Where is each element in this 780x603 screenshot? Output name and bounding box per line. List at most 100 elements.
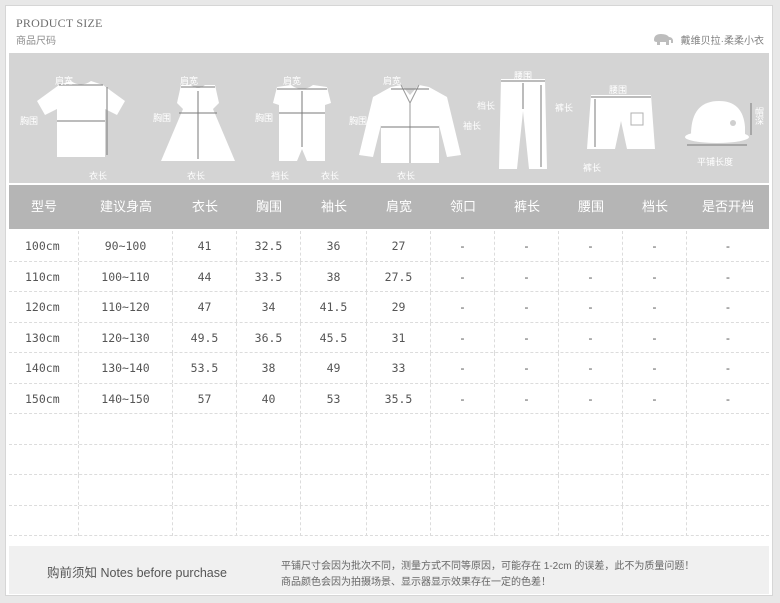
table-cell xyxy=(173,505,237,536)
col-header: 肩宽 xyxy=(385,199,412,214)
table-cell xyxy=(687,506,769,536)
table-cell xyxy=(559,414,623,444)
label-pants-length: 裤长 xyxy=(555,103,574,113)
col-header: 腰围 xyxy=(577,199,604,214)
table-cell: 34 xyxy=(237,292,301,322)
label-shoulder: 肩宽 xyxy=(55,76,74,86)
table-row: 150cm 140~150 57 40 53 35.5- - - - - xyxy=(9,383,769,414)
shorts-icon xyxy=(587,95,655,149)
table-cell xyxy=(431,414,495,444)
col-header: 衣长 xyxy=(191,199,218,214)
table-row xyxy=(9,505,769,536)
table-cell: 110cm xyxy=(9,261,79,292)
table-cell xyxy=(623,414,687,444)
table-cell xyxy=(623,505,687,536)
table-row: 130cm 120~130 49.5 36.5 45.5 31- - - - - xyxy=(9,322,769,353)
table-cell: - xyxy=(431,231,495,261)
table-cell: 49 xyxy=(301,353,367,383)
dress-icon xyxy=(161,85,235,161)
table-cell xyxy=(495,475,559,505)
col-header: 建议身高 xyxy=(99,199,152,214)
label-shoulder: 肩宽 xyxy=(283,76,302,86)
table-cell xyxy=(367,414,431,444)
table-cell: - xyxy=(495,322,559,353)
table-cell: 130~140 xyxy=(79,353,173,383)
table-cell: - xyxy=(559,261,623,292)
table-cell: 31 xyxy=(367,322,431,353)
title-en: PRODUCT SIZE xyxy=(16,16,103,30)
table-cell: - xyxy=(724,239,732,253)
table-cell: 33 xyxy=(367,353,431,383)
table-cell: - xyxy=(559,322,623,353)
table-row xyxy=(9,475,769,506)
table-cell: 120cm xyxy=(9,292,79,322)
table-cell: - xyxy=(495,231,559,261)
table-cell xyxy=(173,444,237,475)
jacket-icon xyxy=(359,84,461,163)
col-header: 袖长 xyxy=(320,199,347,214)
table-cell: - xyxy=(495,353,559,383)
table-row: 100cm 90~100 41 32.5 36 27- - - - - xyxy=(9,231,769,262)
table-cell: - xyxy=(623,292,687,322)
table-cell xyxy=(237,444,301,475)
table-cell: 36 xyxy=(301,231,367,261)
table-row xyxy=(9,444,769,475)
table-cell xyxy=(9,505,79,536)
table-cell xyxy=(623,444,687,475)
table-cell: 35.5 xyxy=(367,383,431,414)
elephant-logo-icon xyxy=(653,34,673,45)
table-cell: 100cm xyxy=(9,231,79,261)
col-header: 型号 xyxy=(30,199,57,214)
table-cell xyxy=(173,414,237,444)
table-cell: 45.5 xyxy=(301,322,367,353)
label-brim: 帽深 xyxy=(754,107,764,125)
label-length: 衣长 xyxy=(187,171,206,181)
table-cell xyxy=(79,444,173,475)
table-cell: - xyxy=(495,383,559,414)
table-cell: 150cm xyxy=(9,383,79,414)
table-row: 140cm 130~140 53.5 38 49 33- - - - - xyxy=(9,353,769,384)
table-cell xyxy=(367,505,431,536)
table-row: 120cm 110~120 47 34 41.5 29- - - - - xyxy=(9,292,769,323)
notes-line: 平铺尺寸会因为批次不同，测量方式不同等原因，可能存在 1-2cm 的误差，此不为… xyxy=(281,561,695,572)
table-cell xyxy=(623,475,687,505)
table-cell xyxy=(431,475,495,505)
table-cell: - xyxy=(724,300,732,314)
table-cell: 44 xyxy=(173,261,237,292)
notes-title: 购前须知 Notes before purchase xyxy=(47,566,227,580)
col-header: 胸围 xyxy=(255,199,282,214)
table-cell: - xyxy=(431,383,495,414)
header: PRODUCT SIZE 商品尺码 戴维贝拉·柔柔小衣 xyxy=(14,6,766,52)
table-cell: - xyxy=(724,330,732,345)
size-chart: PRODUCT SIZE 商品尺码 戴维贝拉·柔柔小衣 肩宽 胸围 衣长 肩宽 … xyxy=(5,5,773,596)
table-cell: - xyxy=(559,292,623,322)
table-cell: 38 xyxy=(301,261,367,292)
notes-section: 购前须知 Notes before purchase 平铺尺寸会因为批次不同，测… xyxy=(9,546,769,594)
table-cell xyxy=(9,475,79,505)
label-chest: 胸围 xyxy=(20,116,39,126)
label-chest: 胸围 xyxy=(349,116,368,126)
table-cell xyxy=(431,505,495,536)
brand: 戴维贝拉·柔柔小衣 xyxy=(651,31,764,47)
label-crotch: 档长 xyxy=(477,101,496,111)
brand-name: 戴维贝拉·柔柔小衣 xyxy=(680,35,764,47)
table-cell xyxy=(237,475,301,505)
table-cell: - xyxy=(724,269,732,284)
table-cell: 130cm xyxy=(9,322,79,353)
table-cell: 33.5 xyxy=(237,261,301,292)
label-shoulder: 肩宽 xyxy=(383,76,402,86)
table-cell: 40 xyxy=(237,383,301,414)
table-cell xyxy=(173,475,237,505)
table-cell xyxy=(237,505,301,536)
table-cell: 140~150 xyxy=(79,383,173,414)
table-cell: - xyxy=(495,261,559,292)
table-cell xyxy=(687,414,769,444)
table-cell xyxy=(687,445,769,475)
label-shoulder: 肩宽 xyxy=(180,76,199,86)
table-cell xyxy=(79,505,173,536)
label-sleeve: 袖长 xyxy=(463,121,482,131)
measurement-illustrations: 肩宽 胸围 衣长 肩宽 胸围 衣长 肩宽 胸围 裆长 衣长 肩宽 胸围 袖长 衣… xyxy=(9,53,769,183)
table-cell xyxy=(367,444,431,475)
table-cell: 27.5 xyxy=(367,261,431,292)
label-length: 衣长 xyxy=(397,171,416,181)
